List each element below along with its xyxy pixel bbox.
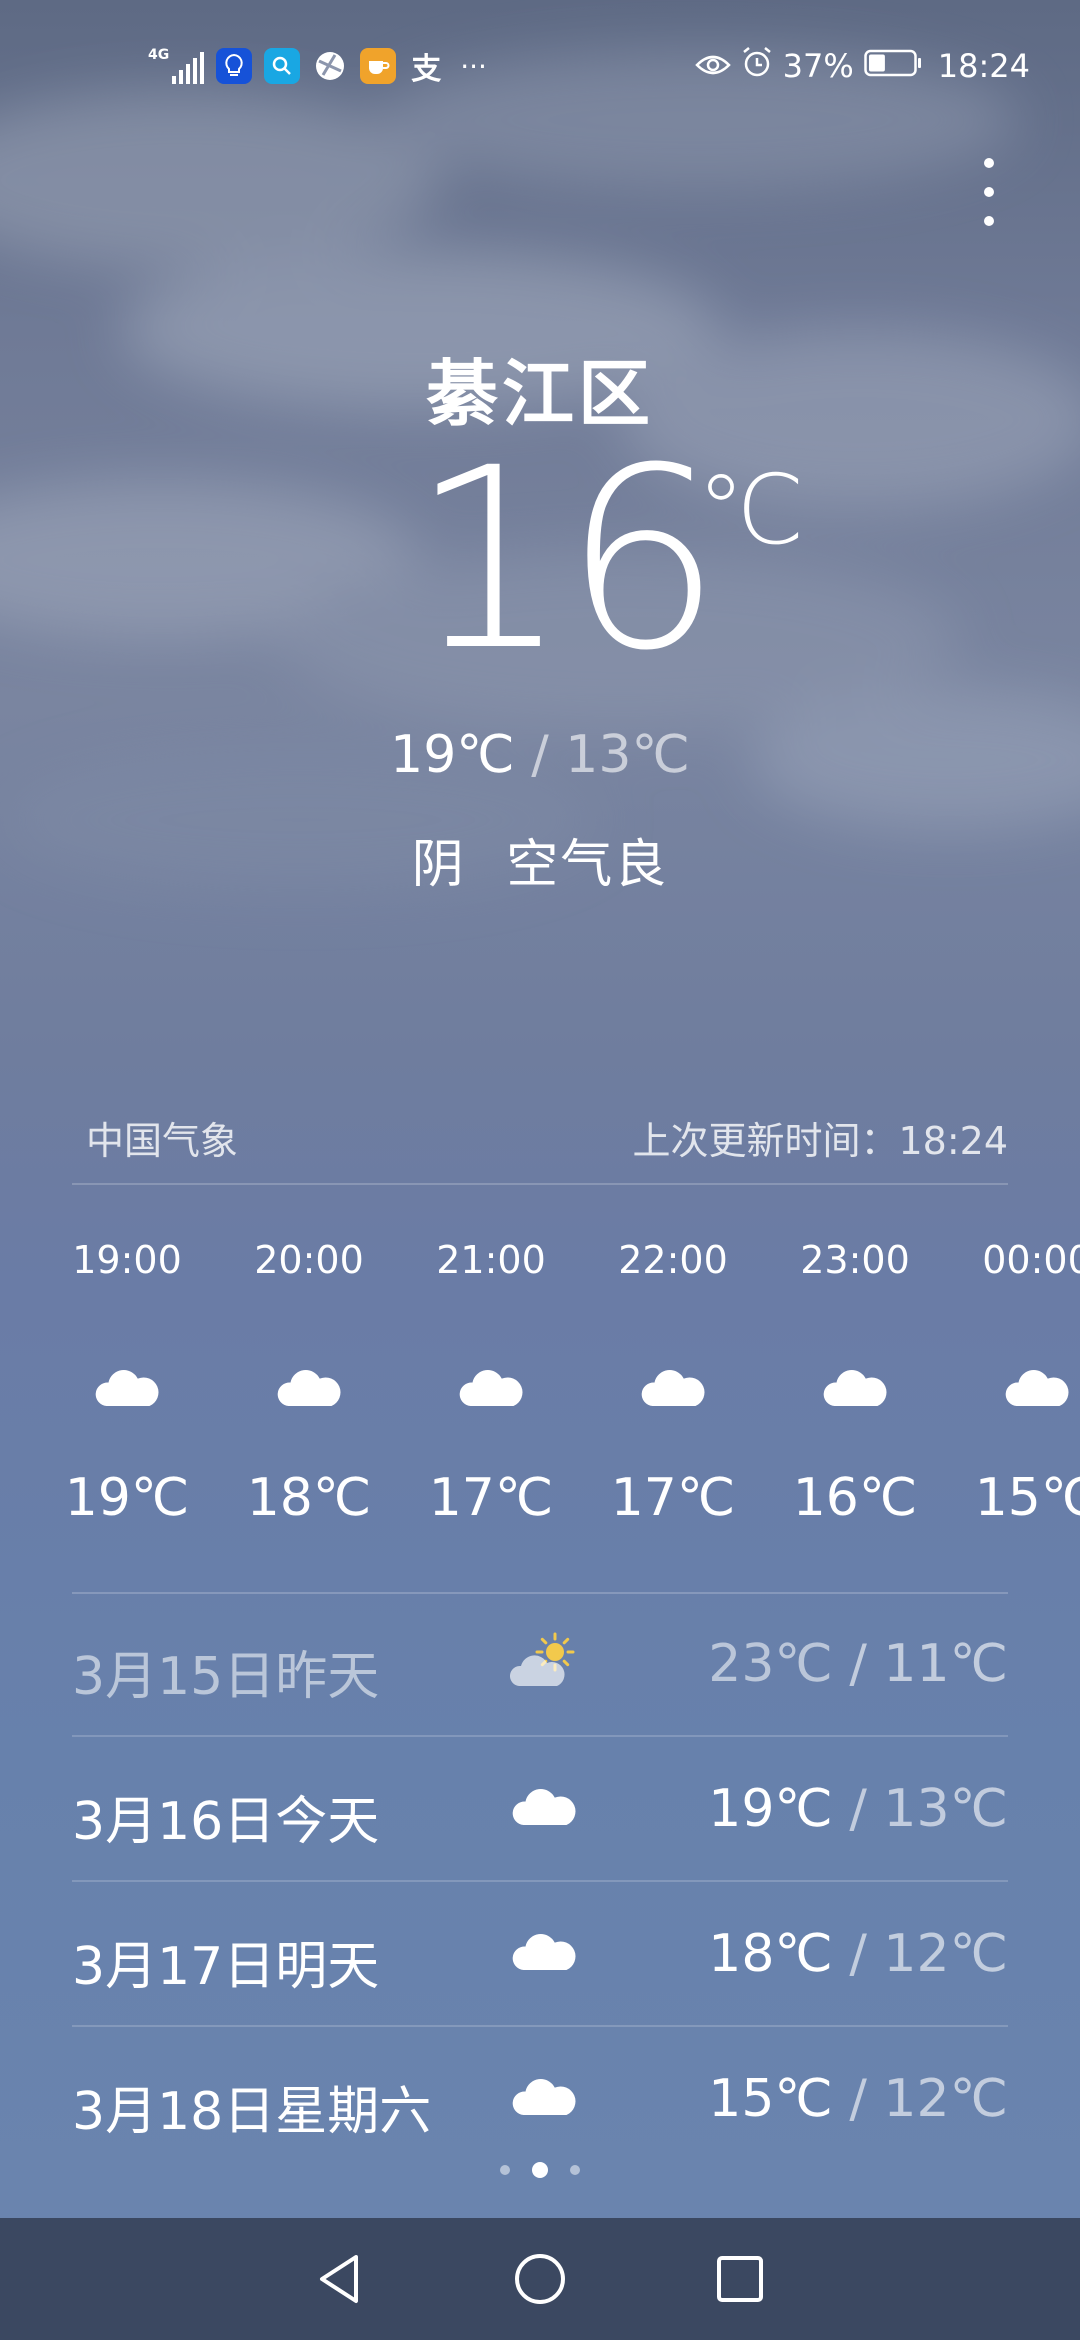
day-date: 3月15日昨天 [72,1647,380,1707]
day-range-separator: / [832,1779,884,1839]
cloud-icon [946,1344,1080,1428]
divider [72,1183,1008,1185]
today-range: 19℃ / 13℃ [0,725,1080,785]
today-low: 13℃ [565,725,690,785]
page-indicator [0,2162,1080,2178]
status-right: 37% 18:24 [694,45,1030,87]
recents-button[interactable] [640,2218,840,2340]
battery-icon [864,47,922,85]
day-high: 15℃ [708,2069,833,2129]
day-low: 12℃ [883,2069,1008,2129]
day-low: 12℃ [883,1924,1008,1984]
daily-row[interactable]: 3月16日今天 19℃ / 13℃ [72,1737,1008,1882]
day-date: 3月18日星期六 [72,2082,432,2142]
day-low: 13℃ [883,1779,1008,1839]
more-options-icon[interactable] [966,150,1012,234]
back-triangle-icon [320,2255,358,2303]
hour-temp: 17℃ [428,1468,554,1528]
cloud-icon [764,1344,946,1428]
eye-comfort-icon [694,47,731,85]
daily-row[interactable]: 3月15日昨天 23℃ / 11℃ [72,1592,1008,1737]
page-dot[interactable] [532,2162,548,2178]
day-high: 19℃ [708,1779,833,1839]
browser-app-icon [312,48,348,84]
temp-unit: ℃ [697,454,805,566]
hour-temp: 19℃ [64,1468,190,1528]
recents-square-icon [717,2256,763,2302]
hour-time: 19:00 [72,1238,182,1282]
cloud-icon [504,1910,584,1990]
search-app-icon [264,48,301,84]
day-range: 15℃ / 12℃ [708,2069,1008,2129]
hourly-item: 20:00 18℃ [218,1230,400,1528]
hour-temp: 16℃ [792,1468,918,1528]
air-quality-text[interactable]: 空气良 [506,835,668,895]
home-circle-icon [515,2254,565,2304]
alipay-icon: 支 [411,52,442,87]
cloud-icon [504,2055,584,2135]
today-high: 19℃ [390,725,515,785]
day-range: 18℃ / 12℃ [708,1924,1008,1984]
status-bar: 4G 支 ··· 37% 18:24 [0,0,1080,135]
hourly-item: 00:00 15℃ [946,1230,1080,1528]
cloud-icon [504,1765,584,1845]
navigation-bar [0,2218,1080,2340]
cloud-icon [400,1344,582,1428]
last-updated-time: 18:24 [898,1119,1008,1163]
current-temp-value: 16 [410,414,722,705]
hour-time: 00:00 [982,1238,1080,1282]
hourly-item: 23:00 16℃ [764,1230,946,1528]
status-left: 4G 支 ··· [148,46,487,87]
range-separator: / [514,725,566,785]
cloud-icon [218,1344,400,1428]
hour-temp: 18℃ [246,1468,372,1528]
clock: 18:24 [937,47,1030,85]
page-dot[interactable] [500,2165,510,2175]
coffee-app-icon [360,48,397,84]
back-button[interactable] [240,2218,440,2340]
day-range: 23℃ / 11℃ [708,1634,1008,1694]
cloud-icon [36,1344,218,1428]
more-notifications-icon: ··· [460,49,487,83]
hourly-item: 19:00 19℃ [36,1230,218,1528]
day-high: 18℃ [708,1924,833,1984]
partly-sunny-icon [504,1620,584,1700]
daily-forecast: 3月15日昨天 23℃ / 11℃ 3月16日今天 19℃ / 13℃ 3月17… [72,1592,1008,2172]
cloud-icon [582,1344,764,1428]
day-range-separator: / [832,2069,884,2129]
hourly-forecast[interactable]: 19:00 19℃ 20:00 18℃ 21:00 17℃ 22:00 17℃ … [0,1230,1080,1560]
day-range-separator: / [832,1634,884,1694]
hour-temp: 15℃ [974,1468,1080,1528]
condition-line: 阴 空气良 [0,822,1080,897]
day-range: 19℃ / 13℃ [708,1779,1008,1839]
hour-temp: 17℃ [610,1468,736,1528]
hourly-item: 21:00 17℃ [400,1230,582,1528]
page-dot[interactable] [570,2165,580,2175]
last-updated: 上次更新时间：18:24 [632,1110,1008,1165]
network-type-label: 4G [148,47,170,63]
daily-row[interactable]: 3月18日星期六 15℃ / 12℃ [72,2027,1008,2172]
day-date: 3月17日明天 [72,1937,380,1997]
last-updated-label: 上次更新时间： [632,1119,899,1163]
alarm-icon [741,45,773,87]
day-date: 3月16日今天 [72,1792,380,1852]
day-high: 23℃ [708,1634,833,1694]
daily-row[interactable]: 3月17日明天 18℃ / 12℃ [72,1882,1008,2027]
hour-time: 20:00 [254,1238,364,1282]
signal-icon: 4G [148,47,205,84]
condition-text: 阴 [411,835,466,895]
home-button[interactable] [440,2218,640,2340]
hour-time: 23:00 [800,1238,910,1282]
hour-time: 21:00 [436,1238,546,1282]
current-temperature: 16 ℃ [0,414,1080,705]
hourly-item: 22:00 17℃ [582,1230,764,1528]
battery-percent: 37% [782,47,854,85]
data-source: 中国气象 [86,1119,239,1163]
lightbulb-app-icon [216,48,253,84]
day-low: 11℃ [883,1634,1008,1694]
hour-time: 22:00 [618,1238,728,1282]
day-range-separator: / [832,1924,884,1984]
